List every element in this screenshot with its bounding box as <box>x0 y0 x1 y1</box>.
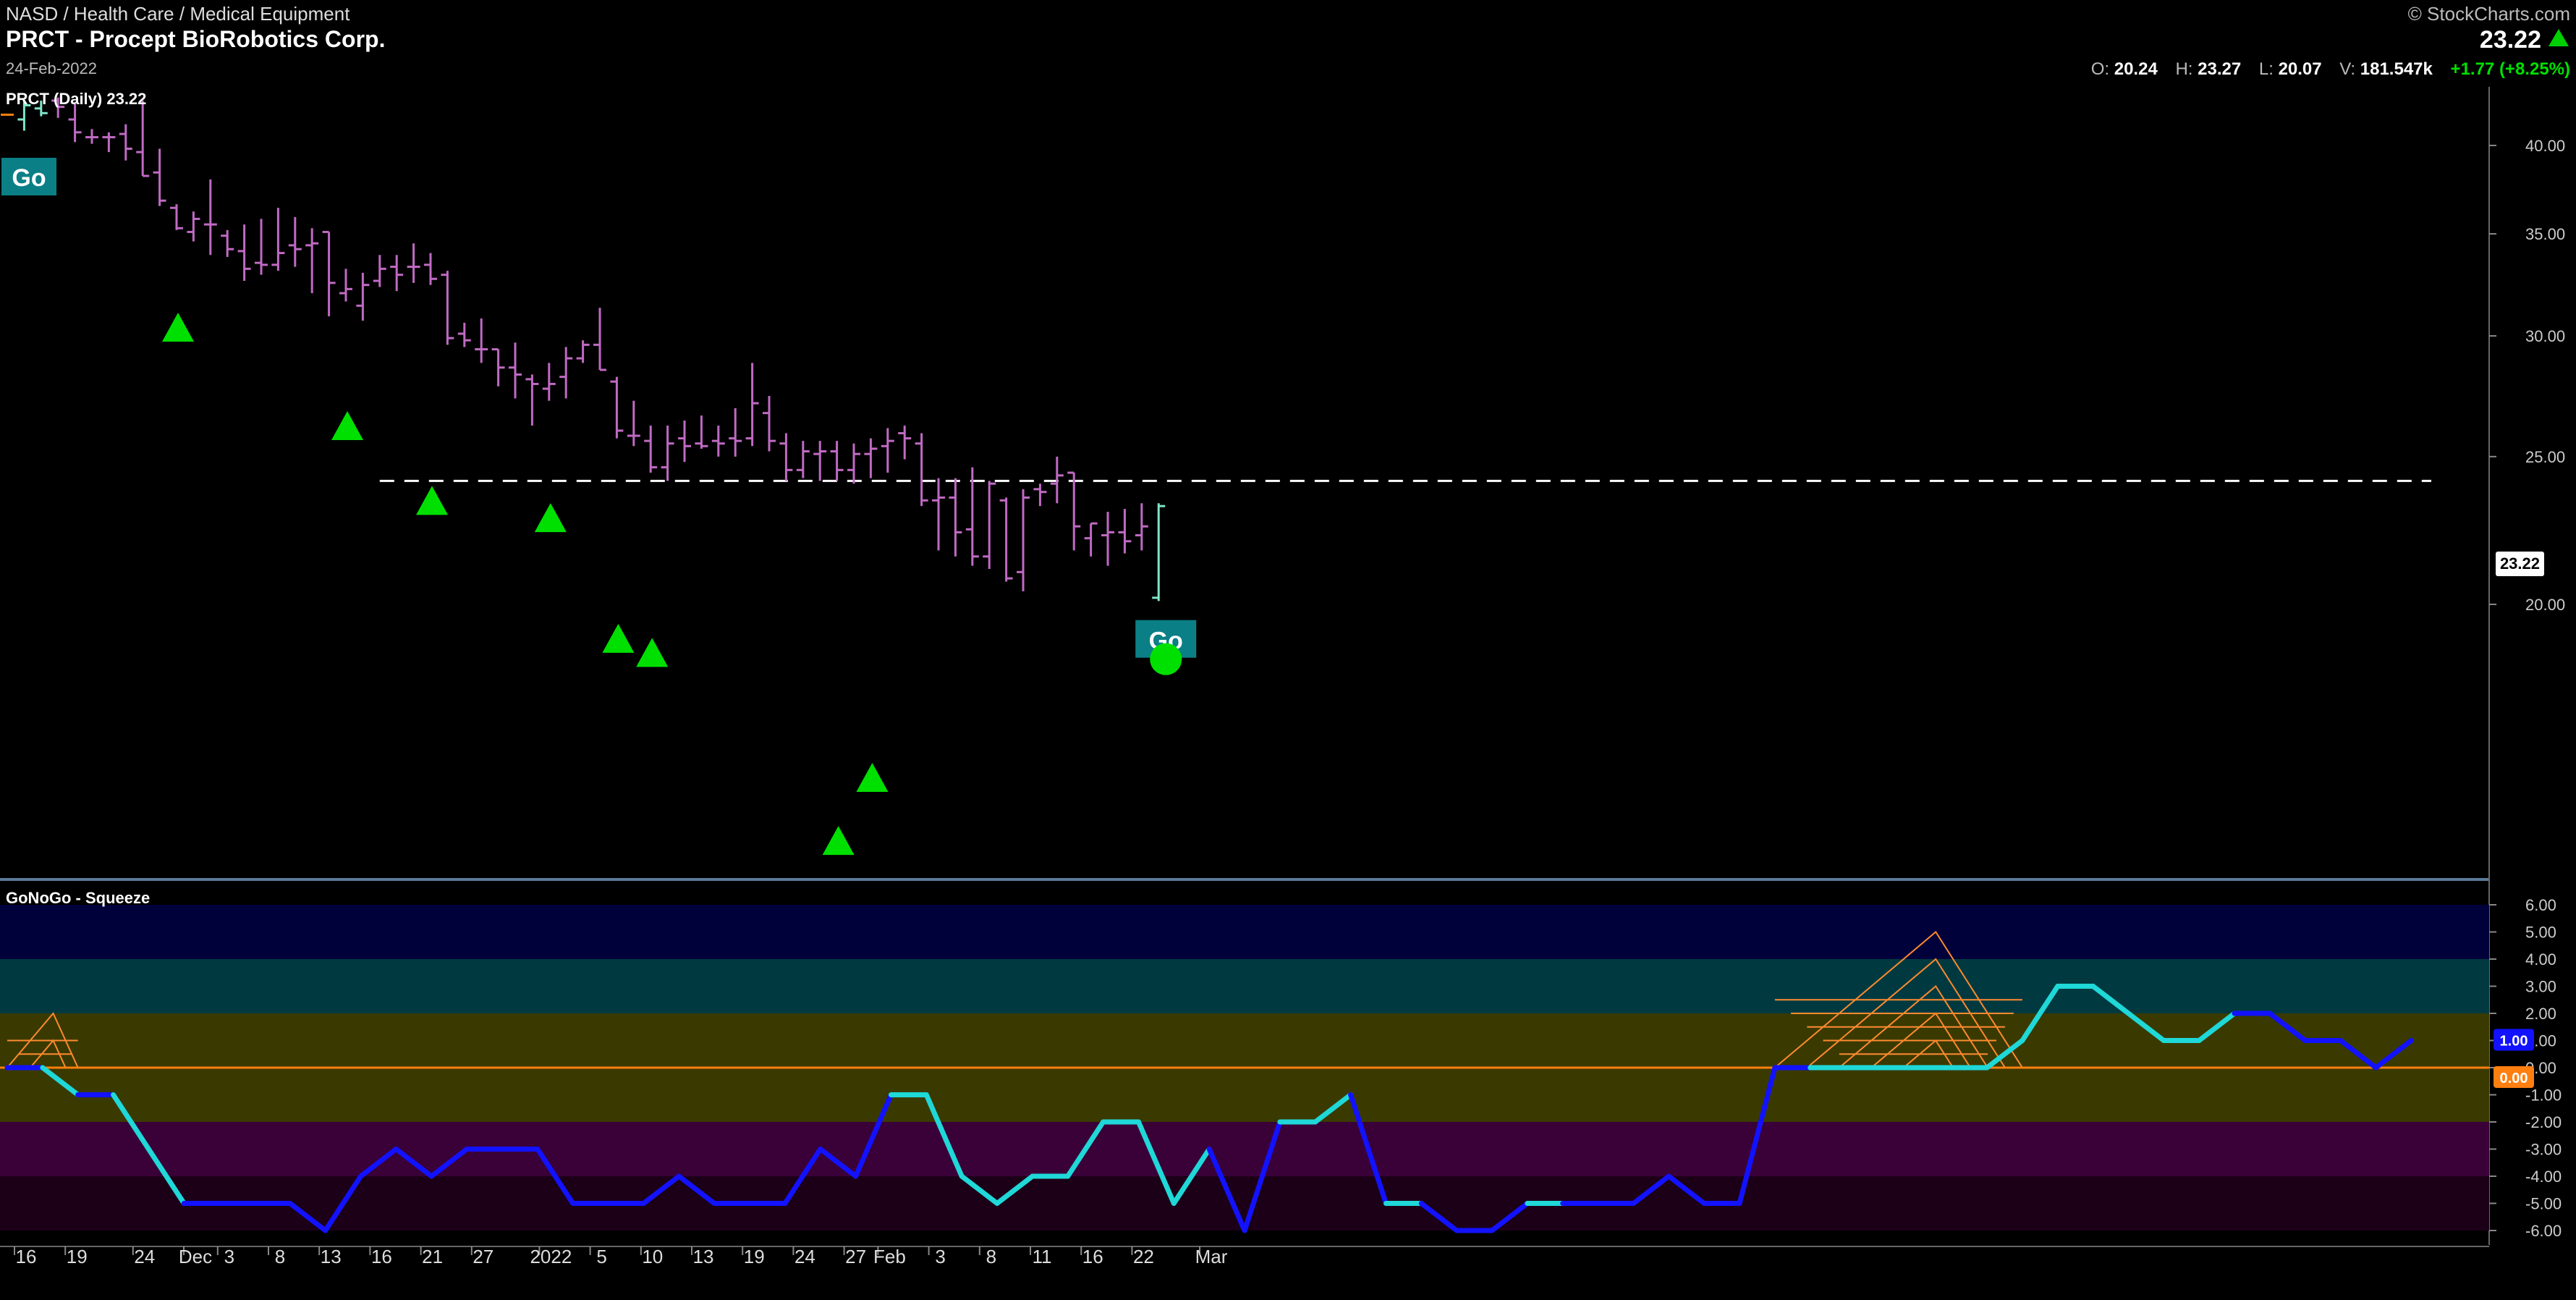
x-tick-label: 24 <box>795 1246 815 1267</box>
go-dot-icon <box>1150 643 1182 675</box>
osc-tick-label: 5.00 <box>2525 924 2556 942</box>
go-badge-top-text: Go <box>12 164 46 192</box>
osc-tick-label: -4.00 <box>2525 1168 2562 1186</box>
x-tick-label: Mar <box>1195 1246 1228 1267</box>
x-tick-label: 16 <box>16 1246 37 1267</box>
change-value: +1.77 (+8.25%) <box>2450 59 2570 79</box>
low-value: 20.07 <box>2278 59 2322 79</box>
osc-tick-label: 2.00 <box>2525 1005 2556 1023</box>
stock-chart: 20.0025.0030.0035.0040.00GoGo6.005.004.0… <box>0 87 2565 1267</box>
last-price-box: 23.22 <box>2495 552 2544 576</box>
ohlcv-readout: O: 20.24 H: 23.27 L: 20.07 V: 181.547k +… <box>2090 59 2570 79</box>
y-tick-label: 40.00 <box>2525 137 2565 155</box>
osc-tick-label: 6.00 <box>2525 896 2556 914</box>
chart-title: PRCT - Procept BioRobotics Corp. <box>6 26 386 52</box>
last-price: 23.22 <box>2479 26 2541 54</box>
x-tick-label: 13 <box>693 1246 714 1267</box>
x-tick-label: 27 <box>845 1246 866 1267</box>
x-tick-label: 8 <box>986 1246 996 1267</box>
x-tick-label: 5 <box>596 1246 606 1267</box>
y-tick-label: 35.00 <box>2525 225 2565 243</box>
x-tick-label: 3 <box>224 1246 234 1267</box>
open-value: 20.24 <box>2114 59 2158 79</box>
x-tick-label: 22 <box>1133 1246 1154 1267</box>
y-tick-label: 25.00 <box>2525 448 2565 466</box>
osc-tick-label: -2.00 <box>2525 1113 2562 1131</box>
oscillator-panel-label: GoNoGo - Squeeze <box>6 889 151 907</box>
x-tick-label: 13 <box>321 1246 342 1267</box>
x-tick-label: 2022 <box>530 1246 572 1267</box>
x-tick-label: 19 <box>744 1246 765 1267</box>
breadcrumb: NASD / Health Care / Medical Equipment <box>6 3 350 25</box>
osc-tick-label: 4.00 <box>2525 950 2556 968</box>
y-tick-label: 20.00 <box>2525 596 2565 614</box>
brand-label: © StockCharts.com <box>2407 3 2570 25</box>
x-tick-label: 8 <box>275 1246 285 1267</box>
x-tick-label: 16 <box>1082 1246 1103 1267</box>
high-value: 23.27 <box>2198 59 2242 79</box>
volume-value: 181.547k <box>2360 59 2433 79</box>
osc-tick-label: -5.00 <box>2525 1195 2562 1213</box>
x-tick-label: Dec <box>179 1246 212 1267</box>
x-tick-label: 3 <box>935 1246 945 1267</box>
x-tick-label: 10 <box>642 1246 663 1267</box>
x-tick-label: Feb <box>873 1246 906 1267</box>
x-tick-label: 11 <box>1033 1246 1052 1267</box>
osc-band <box>0 1068 2489 1122</box>
price-panel-label: PRCT (Daily) 23.22 <box>6 90 147 108</box>
y-tick-label: 30.00 <box>2525 327 2565 345</box>
osc-tick-label: -6.00 <box>2525 1222 2562 1240</box>
osc-tick-label: -3.00 <box>2525 1141 2562 1159</box>
up-arrow-icon <box>2549 29 2569 46</box>
osc-band <box>0 905 2489 959</box>
x-tick-label: 21 <box>422 1246 443 1267</box>
osc-value-box-text: 1.00 <box>2500 1034 2528 1050</box>
osc-tick-label: -1.00 <box>2525 1086 2562 1105</box>
x-tick-label: 27 <box>473 1246 493 1267</box>
osc-tick-label: 3.00 <box>2525 978 2556 996</box>
x-tick-label: 24 <box>134 1246 155 1267</box>
x-tick-label: 19 <box>67 1246 88 1267</box>
osc-band <box>0 1013 2489 1068</box>
chart-date: 24-Feb-2022 <box>6 59 97 77</box>
zero-value-box-text: 0.00 <box>2500 1071 2528 1086</box>
price-panel-bg <box>0 87 2489 879</box>
x-tick-label: 16 <box>371 1246 392 1267</box>
